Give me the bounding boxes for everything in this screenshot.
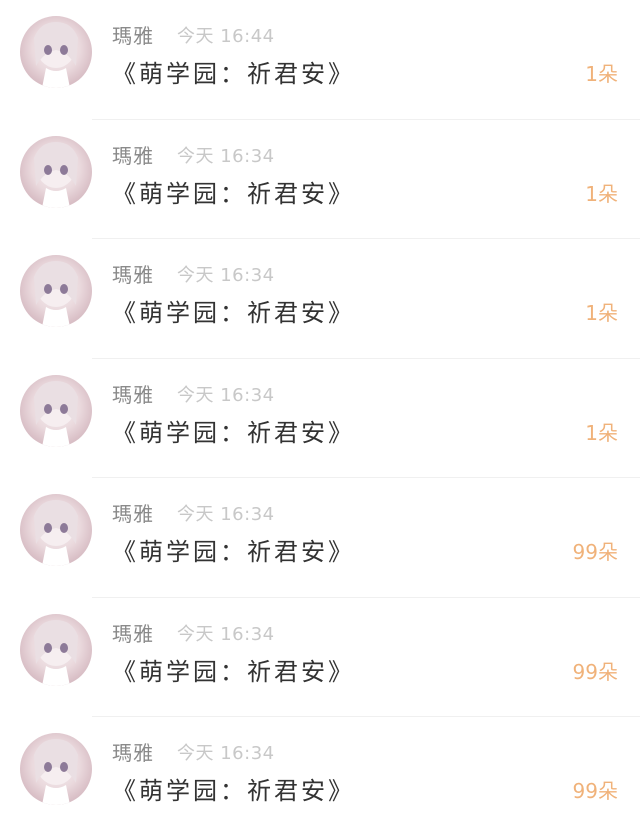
avatar[interactable] (20, 733, 92, 805)
list-item[interactable]: 瑪雅 今天 16:44 《萌学园：祈君安》 1朵 (0, 0, 640, 120)
timestamp: 今天 16:34 (177, 265, 275, 286)
timestamp: 今天 16:34 (177, 743, 275, 764)
avatar[interactable] (20, 494, 92, 566)
timestamp: 今天 16:34 (177, 384, 275, 406)
avatar-icon (34, 500, 78, 566)
avatar-icon (34, 261, 78, 327)
avatar[interactable] (20, 16, 92, 88)
timestamp: 今天 16:44 (177, 26, 275, 47)
avatar[interactable] (20, 135, 92, 208)
sender-name: 瑪雅 (112, 24, 154, 48)
avatar-icon (34, 619, 78, 686)
avatar-icon (34, 380, 78, 447)
sender-name: 瑪雅 (112, 263, 154, 287)
flower-count: 99朵 (572, 540, 618, 564)
list-item[interactable]: 瑪雅 今天 16:34 《萌学园：祈君安》 1朵 (0, 239, 640, 359)
message-text: 《萌学园：祈君安》 (112, 538, 355, 566)
avatar[interactable] (20, 374, 92, 447)
list-item[interactable]: 瑪雅 今天 16:34 《萌学园：祈君安》 1朵 (0, 120, 640, 239)
timestamp: 今天 16:34 (177, 145, 275, 167)
avatar[interactable] (20, 255, 92, 327)
list-item[interactable]: 瑪雅 今天 16:34 《萌学园：祈君安》 1朵 (0, 359, 640, 478)
flower-count: 1朵 (585, 181, 618, 206)
message-text: 《萌学园：祈君安》 (112, 418, 355, 447)
avatar-icon (34, 22, 78, 88)
sender-name: 瑪雅 (112, 502, 154, 526)
message-text: 《萌学园：祈君安》 (112, 299, 355, 327)
sender-name: 瑪雅 (112, 382, 154, 407)
message-text: 《萌学园：祈君安》 (112, 60, 355, 88)
message-text: 《萌学园：祈君安》 (112, 657, 355, 686)
avatar-icon (34, 141, 78, 208)
avatar[interactable] (20, 613, 92, 686)
list-item[interactable]: 瑪雅 今天 16:34 《萌学园：祈君安》 99朵 (0, 598, 640, 717)
message-text: 《萌学园：祈君安》 (112, 179, 355, 208)
sender-name: 瑪雅 (112, 741, 154, 765)
timestamp: 今天 16:34 (177, 504, 275, 525)
list-item[interactable]: 瑪雅 今天 16:34 《萌学园：祈君安》 99朵 (0, 478, 640, 598)
flower-count: 1朵 (585, 62, 618, 86)
flower-count: 1朵 (585, 301, 618, 325)
message-text: 《萌学园：祈君安》 (112, 777, 355, 805)
sender-name: 瑪雅 (112, 143, 154, 168)
avatar-icon (34, 739, 78, 805)
list-item[interactable]: 瑪雅 今天 16:34 《萌学园：祈君安》 99朵 (0, 717, 640, 837)
message-list: 瑪雅 今天 16:44 《萌学园：祈君安》 1朵 瑪雅 今天 16:34 《萌学… (0, 0, 640, 837)
flower-count: 1朵 (585, 420, 618, 445)
flower-count: 99朵 (572, 779, 618, 803)
sender-name: 瑪雅 (112, 621, 154, 646)
flower-count: 99朵 (572, 659, 618, 684)
timestamp: 今天 16:34 (177, 623, 275, 645)
